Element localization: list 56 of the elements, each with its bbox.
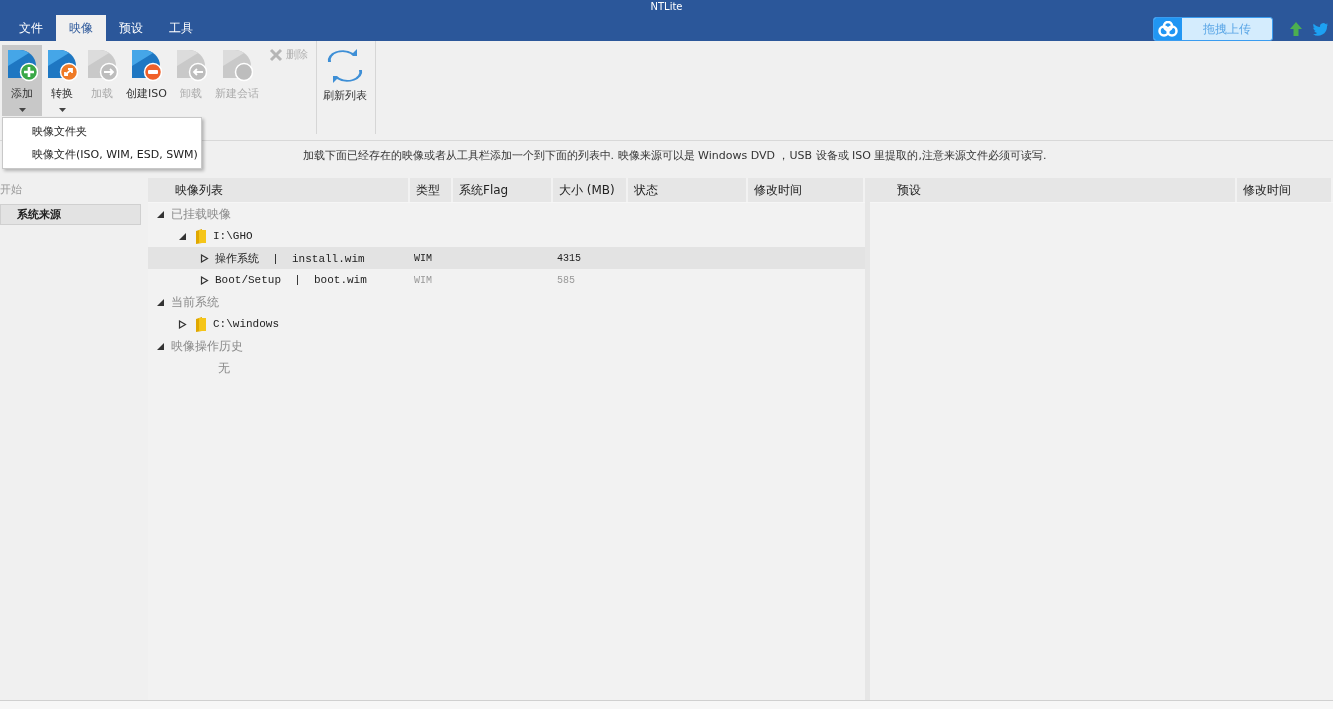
folder-label[interactable]: C:\windows bbox=[213, 318, 279, 330]
tree-row[interactable]: Boot/Setup | boot.wim WIM 585 bbox=[148, 269, 865, 291]
table-cell-text: WIM bbox=[413, 252, 433, 264]
image-label: Boot/Setup | boot.wim bbox=[215, 274, 367, 286]
column-header[interactable]: 类型 bbox=[410, 178, 453, 202]
table-cell-text: 4315 bbox=[556, 252, 582, 264]
table-cell-text: WIM bbox=[413, 274, 433, 286]
folder-icon bbox=[195, 316, 207, 332]
menu-item[interactable]: 映像文件(ISO, WIM, ESD, SWM) bbox=[3, 143, 201, 166]
expanded-triangle-icon[interactable] bbox=[178, 231, 187, 241]
close-icon bbox=[268, 47, 283, 62]
table-cell-text: 585 bbox=[556, 274, 576, 286]
menu-item[interactable]: 映像文件夹 bbox=[3, 120, 201, 143]
expanded-triangle-icon[interactable] bbox=[156, 341, 165, 351]
toolbar-button[interactable]: 创建ISO bbox=[122, 45, 171, 116]
sidebar-header: 开始 bbox=[0, 182, 23, 198]
disk-icon bbox=[220, 48, 253, 82]
menu-tab[interactable]: 映像 bbox=[56, 15, 106, 41]
disk-icon bbox=[174, 48, 207, 82]
column-header[interactable]: 状态 bbox=[628, 178, 748, 202]
toolbar-button[interactable]: 刷新列表 bbox=[318, 45, 371, 116]
up-arrow-icon bbox=[1289, 21, 1303, 37]
sidebar-item[interactable]: 系统来源 bbox=[0, 204, 141, 225]
group-label: 映像操作历史 bbox=[171, 337, 243, 355]
caret-icon bbox=[18, 108, 26, 112]
column-header[interactable]: 修改时间 bbox=[1237, 178, 1333, 202]
expanded-triangle-icon[interactable] bbox=[156, 209, 165, 219]
menu-tab[interactable]: 文件 bbox=[6, 15, 56, 41]
folder-icon bbox=[195, 228, 207, 244]
empty-label: 无 bbox=[218, 359, 230, 377]
column-header[interactable]: 系统Flag bbox=[453, 178, 553, 202]
menu-tab[interactable]: 预设 bbox=[106, 15, 156, 41]
expanded-triangle-icon[interactable] bbox=[156, 297, 165, 307]
image-label: 操作系统 | install.wim bbox=[215, 251, 365, 266]
column-header[interactable]: 预设 bbox=[870, 178, 1237, 202]
disk-icon bbox=[6, 48, 38, 82]
group-label: 已挂载映像 bbox=[171, 205, 231, 223]
collapsed-triangle-icon[interactable] bbox=[200, 275, 209, 285]
disk-icon bbox=[46, 48, 78, 82]
toolbar-button[interactable]: 转换 bbox=[42, 45, 82, 116]
cloud-icon bbox=[1154, 18, 1182, 40]
window-title: NTLite bbox=[650, 0, 683, 13]
folder-label[interactable]: I:\GHO bbox=[213, 230, 253, 242]
bird-icon bbox=[1313, 22, 1329, 36]
column-header[interactable]: 映像列表 bbox=[148, 178, 410, 202]
toolbar-button[interactable]: 添加 bbox=[2, 45, 42, 116]
caret-icon bbox=[58, 108, 66, 112]
tree-row[interactable]: 操作系统 | install.wim WIM 4315 bbox=[148, 247, 865, 269]
info-text: 加载下面已经存在的映像或者从工具栏添加一个到下面的列表中. 映像来源可以是 Windows DVD ，USB 设备或 ISO 里提取的,注意来源文件必须可读写. bbox=[302, 148, 1047, 163]
column-header[interactable]: 大小 (MB) bbox=[553, 178, 628, 202]
disk-icon bbox=[130, 48, 163, 82]
menu-tab[interactable]: 工具 bbox=[156, 15, 206, 41]
collapsed-triangle-icon[interactable] bbox=[200, 253, 209, 263]
group-label: 当前系统 bbox=[171, 293, 219, 311]
collapsed-triangle-icon[interactable] bbox=[178, 319, 187, 329]
disk-icon bbox=[86, 48, 118, 82]
